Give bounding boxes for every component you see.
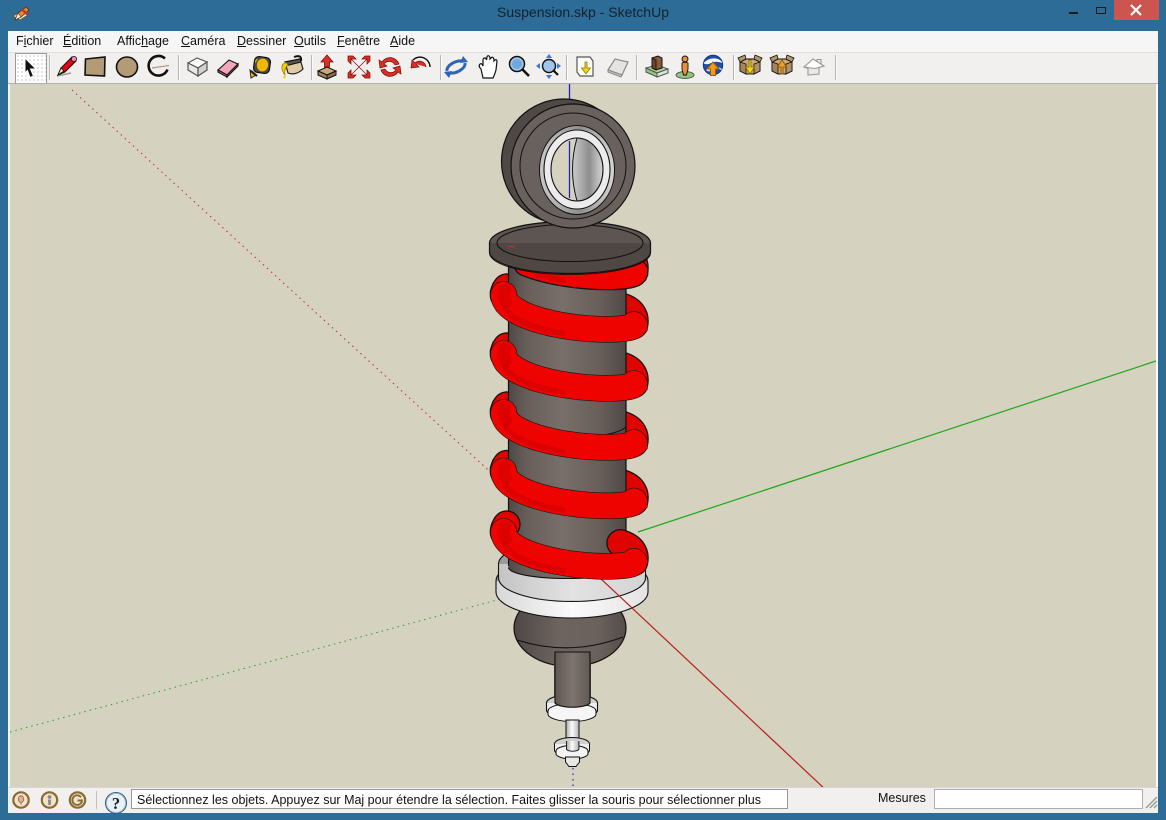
svg-text:?: ?	[112, 794, 120, 813]
